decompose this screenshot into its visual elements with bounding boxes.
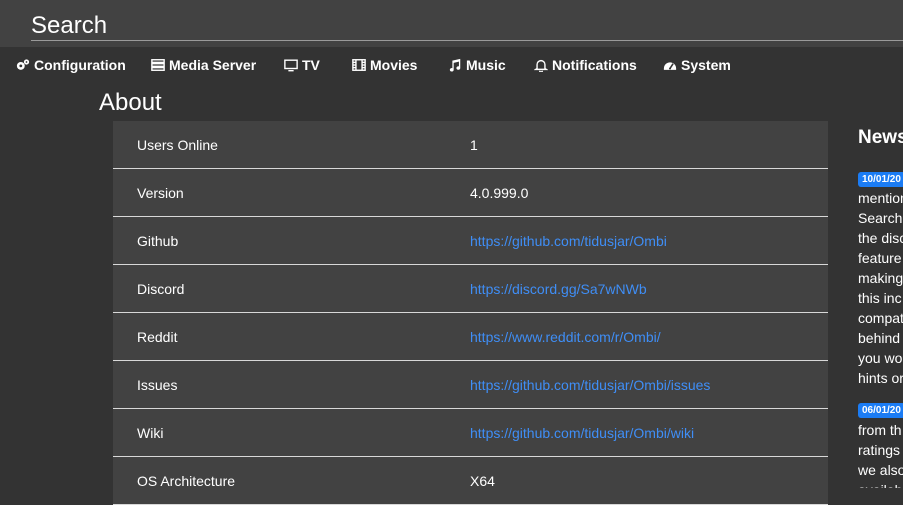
tv-icon [284, 59, 298, 72]
discord-link[interactable]: https://discord.gg/Sa7wNWb [470, 281, 647, 297]
nav-item-system[interactable]: System [663, 55, 731, 75]
news-text-line: the disc [858, 230, 903, 246]
row-label: Discord [137, 281, 185, 297]
news-text-line: availab [858, 482, 902, 488]
nav-item-label: Notifications [552, 57, 637, 73]
news-text-line: Searchi [858, 210, 903, 226]
github-link[interactable]: https://github.com/tidusjar/Ombi [470, 233, 667, 249]
about-row-issues: Issues https://github.com/tidusjar/Ombi/… [113, 361, 828, 409]
row-label: Reddit [137, 329, 178, 345]
row-value: X64 [470, 473, 495, 489]
dashboard-icon [663, 62, 677, 70]
search-bar [0, 0, 903, 47]
nav-item-label: Music [466, 57, 506, 73]
nav-item-label: TV [302, 57, 320, 73]
news-text-line: this inc [858, 290, 902, 306]
news-text-line: behind [858, 330, 901, 346]
row-label: OS Architecture [137, 473, 236, 489]
bell-icon [534, 59, 548, 72]
nav-item-label: System [681, 57, 731, 73]
film-icon [352, 59, 366, 71]
nav-item-movies[interactable]: Movies [352, 55, 417, 75]
about-row-github: Github https://github.com/tidusjar/Ombi [113, 217, 828, 265]
music-note-icon [449, 58, 461, 72]
row-value: 1 [470, 137, 478, 153]
reddit-link[interactable]: https://www.reddit.com/r/Ombi/ [470, 329, 661, 345]
row-label: Github [137, 233, 179, 249]
news-text-line: from th [858, 422, 902, 438]
server-icon [151, 59, 165, 71]
news-date-badge: 10/01/20 [858, 172, 903, 187]
news-text-line: we also [858, 462, 903, 478]
about-row-version: Version 4.0.999.0 [113, 169, 828, 217]
nav-item-music[interactable]: Music [448, 55, 506, 75]
row-value: 4.0.999.0 [470, 185, 529, 201]
about-table: Users Online 1 Version 4.0.999.0 Github … [113, 121, 828, 505]
wiki-link[interactable]: https://github.com/tidusjar/Ombi/wiki [470, 425, 694, 441]
nav-item-tv[interactable]: TV [284, 55, 320, 75]
about-row-os-architecture: OS Architecture X64 [113, 457, 828, 505]
row-label: Users Online [137, 137, 218, 153]
news-date-badge: 06/01/20 [858, 403, 903, 418]
top-nav: Configuration Media Server TV Movies Mus… [0, 47, 903, 85]
row-label: Version [137, 185, 184, 201]
news-panel: News 10/01/20 mentione Searchi the disc … [858, 121, 903, 488]
about-row-users-online: Users Online 1 [113, 121, 828, 169]
news-title: News [858, 127, 903, 148]
page-title: About [99, 89, 162, 116]
nav-item-media-server[interactable]: Media Server [151, 55, 256, 75]
news-text-line: making [858, 270, 903, 286]
search-input[interactable] [31, 12, 903, 41]
about-row-wiki: Wiki https://github.com/tidusjar/Ombi/wi… [113, 409, 828, 457]
news-text-line: ratings [858, 442, 901, 458]
issues-link[interactable]: https://github.com/tidusjar/Ombi/issues [470, 377, 710, 393]
nav-item-label: Movies [370, 57, 418, 73]
nav-item-notifications[interactable]: Notifications [534, 55, 637, 75]
nav-item-label: Configuration [34, 57, 126, 73]
about-row-discord: Discord https://discord.gg/Sa7wNWb [113, 265, 828, 313]
gears-icon [16, 59, 30, 70]
nav-item-label: Media Server [169, 57, 257, 73]
news-text-line: hints or [858, 370, 903, 386]
news-text-line: mentione [858, 190, 903, 206]
news-text-line: compat [858, 310, 903, 326]
row-label: Wiki [137, 425, 164, 441]
news-text-line: feature [858, 250, 902, 266]
row-label: Issues [137, 377, 178, 393]
nav-item-configuration[interactable]: Configuration [16, 55, 126, 75]
about-row-reddit: Reddit https://www.reddit.com/r/Ombi/ [113, 313, 828, 361]
news-text-line: you wo [858, 350, 903, 366]
